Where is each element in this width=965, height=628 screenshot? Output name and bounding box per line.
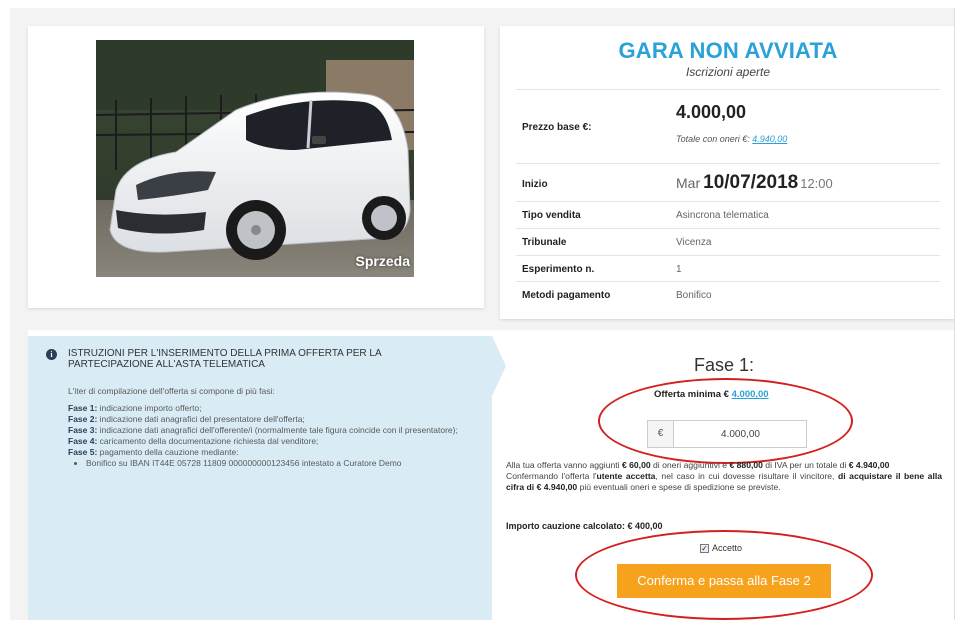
tipo-value: Asincrona telematica bbox=[676, 210, 769, 221]
tribunale-label: Tribunale bbox=[522, 237, 567, 248]
summary-totale: € 4.940,00 bbox=[848, 460, 890, 470]
totale-value-link[interactable]: 4.940,00 bbox=[752, 134, 787, 144]
fase-title: Fase 1: bbox=[694, 355, 755, 375]
info-icon: i bbox=[46, 349, 57, 360]
row-tribunale: Tribunale Vicenza bbox=[516, 229, 940, 256]
summary-text: Alla tua offerta vanno aggiunti bbox=[506, 460, 622, 470]
payment-method-list: Bonifico su IBAN IT44E 05728 11809 00000… bbox=[86, 458, 478, 469]
esperimento-label: Esperimento n. bbox=[522, 264, 595, 275]
annotation-circle-offer bbox=[598, 378, 853, 464]
fase-text: indicazione dati anagrafici dell'offeren… bbox=[97, 425, 458, 435]
summary-text: più eventuali oneri e spese di spedizion… bbox=[577, 482, 781, 492]
vehicle-photo: Sprzeda bbox=[96, 40, 414, 277]
inizio-value: Mar 10/07/2018 12:00 bbox=[676, 172, 833, 194]
metodi-value: Bonifico bbox=[676, 290, 712, 301]
vehicle-photo-card: Sprzeda bbox=[28, 26, 484, 308]
photo-watermark: Sprzeda bbox=[355, 253, 410, 269]
tipo-label: Tipo vendita bbox=[522, 210, 581, 221]
instructions-arrow bbox=[492, 336, 506, 396]
prezzo-label: Prezzo base €: bbox=[522, 122, 592, 133]
cauzione-amount: Importo cauzione calcolato: € 400,00 bbox=[506, 521, 663, 531]
fase-text: indicazione dati anagrafici del presenta… bbox=[97, 414, 305, 424]
fase-3-line: Fase 3: indicazione dati anagrafici dell… bbox=[68, 425, 478, 436]
row-prezzo-base: Prezzo base €: 4.000,00 Totale con oneri… bbox=[516, 90, 940, 164]
inizio-label: Inizio bbox=[522, 179, 548, 190]
inizio-date: 10/07/2018 bbox=[703, 172, 799, 193]
status-subtitle: Iscrizioni aperte bbox=[685, 65, 771, 79]
fase-label: Fase 3: bbox=[68, 425, 98, 435]
totale-prefix: Totale con oneri €: bbox=[676, 134, 750, 144]
fase-text: indicazione importo offerto; bbox=[97, 403, 202, 413]
fase-2-line: Fase 2: indicazione dati anagrafici del … bbox=[68, 414, 478, 425]
summary-iva: € 880,00 bbox=[729, 460, 763, 470]
inizio-day: Mar bbox=[676, 175, 701, 191]
summary-text: di IVA per un totale di bbox=[762, 460, 849, 470]
tribunale-value: Vicenza bbox=[676, 237, 712, 248]
offer-summary: Alla tua offerta vanno aggiunti € 60,00 … bbox=[506, 460, 942, 493]
fase-label: Fase 1: bbox=[68, 403, 98, 413]
fase-5-line: Fase 5: pagamento della cauzione mediant… bbox=[68, 447, 478, 458]
row-tipo-vendita: Tipo vendita Asincrona telematica bbox=[516, 202, 940, 229]
summary-text: di oneri aggiuntivi e bbox=[650, 460, 730, 470]
instructions-panel: i ISTRUZIONI PER L'INSERIMENTO DELLA PRI… bbox=[28, 336, 492, 620]
row-inizio: Inizio Mar 10/07/2018 12:00 bbox=[516, 164, 940, 202]
summary-oneri: € 60,00 bbox=[621, 460, 651, 470]
summary-utente: utente accetta bbox=[596, 471, 656, 481]
fase-4-line: Fase 4: caricamento della documentazione… bbox=[68, 436, 478, 447]
instructions-intro: L'iter di compilazione dell'offerta si c… bbox=[68, 386, 275, 396]
fase-label: Fase 4: bbox=[68, 436, 98, 446]
instructions-body: L'iter di compilazione dell'offerta si c… bbox=[68, 386, 478, 469]
annotation-circle-confirm bbox=[575, 530, 873, 620]
fase-1-line: Fase 1: indicazione importo offerto; bbox=[68, 403, 478, 414]
fase-text: caricamento della documentazione richies… bbox=[97, 436, 319, 446]
page-container: Sprzeda GARA NON AVVIATA Iscrizioni aper… bbox=[10, 8, 955, 620]
auction-info-card: GARA NON AVVIATA Iscrizioni aperte Prezz… bbox=[500, 26, 954, 319]
fase-label: Fase 5: bbox=[68, 447, 98, 457]
status-box: GARA NON AVVIATA Iscrizioni aperte bbox=[516, 34, 940, 90]
payment-method-item: Bonifico su IBAN IT44E 05728 11809 00000… bbox=[86, 458, 478, 469]
totale-oneri: Totale con oneri €: 4.940,00 bbox=[676, 134, 787, 144]
fase-text: pagamento della cauzione mediante: bbox=[97, 447, 239, 457]
row-metodi-pagamento: Metodi pagamento Bonifico bbox=[516, 282, 940, 309]
inizio-time: 12:00 bbox=[800, 176, 833, 191]
summary-text: , nel caso in cui dovesse risultare il v… bbox=[655, 471, 838, 481]
summary-text: Confermando l'offerta l' bbox=[506, 471, 597, 481]
row-esperimento: Esperimento n. 1 bbox=[516, 256, 940, 282]
esperimento-value: 1 bbox=[676, 264, 682, 275]
metodi-label: Metodi pagamento bbox=[522, 290, 611, 301]
status-title: GARA NON AVVIATA bbox=[618, 38, 838, 63]
fase-label: Fase 2: bbox=[68, 414, 98, 424]
prezzo-value: 4.000,00 bbox=[676, 102, 747, 122]
instructions-title: ISTRUZIONI PER L'INSERIMENTO DELLA PRIMA… bbox=[68, 348, 382, 370]
